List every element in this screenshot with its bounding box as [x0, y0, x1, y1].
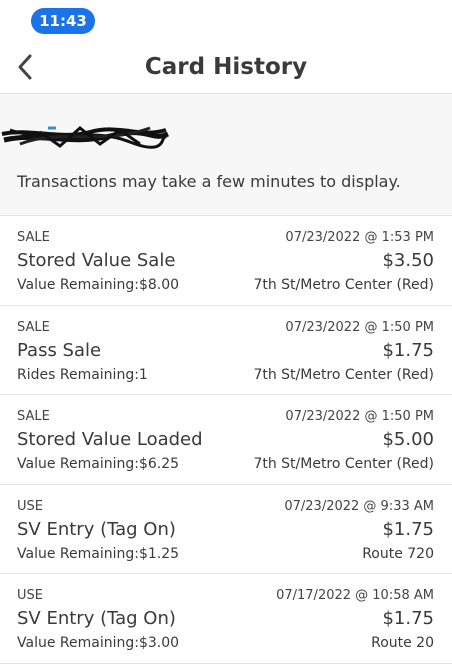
transaction-location: 7th St/Metro Center (Red) [253, 366, 434, 383]
transaction-location: 7th St/Metro Center (Red) [253, 277, 434, 293]
transaction-row[interactable]: USE 07/23/2022 @ 9:33 AM SV Entry (Tag O… [0, 485, 452, 574]
transaction-amount: $3.50 [382, 250, 434, 271]
transaction-row[interactable]: SALE 07/23/2022 @ 1:53 PM Stored Value S… [0, 216, 452, 306]
transaction-title: SV Entry (Tag On) [17, 518, 176, 540]
transaction-location: Route 720 [362, 545, 434, 562]
transaction-type: SALE [17, 230, 50, 245]
card-summary: Transactions may take a few minutes to d… [0, 94, 452, 216]
transaction-row[interactable]: SALE 07/23/2022 @ 1:50 PM Pass Sale $1.7… [0, 306, 452, 395]
transaction-date: 07/17/2022 @ 10:58 AM [276, 588, 434, 603]
transaction-type: USE [17, 588, 43, 603]
transaction-row[interactable]: SALE 07/23/2022 @ 1:50 PM Stored Value L… [0, 395, 452, 485]
transaction-remaining: Value Remaining:$8.00 [17, 277, 180, 293]
nav-bar: Card History [0, 42, 452, 94]
transaction-row[interactable]: USE 07/17/2022 @ 10:58 AM SV Entry (Tag … [0, 574, 452, 664]
transaction-title: Pass Sale [17, 339, 102, 361]
transaction-remaining: Rides Remaining:1 [17, 366, 148, 383]
transaction-title: Stored Value Loaded [17, 429, 203, 450]
transaction-date: 07/23/2022 @ 1:50 PM [285, 319, 434, 335]
transaction-amount: $1.75 [382, 608, 434, 629]
transaction-location: 7th St/Metro Center (Red) [253, 456, 434, 472]
transaction-amount: $1.75 [382, 339, 434, 361]
redacted-card-name [1, 126, 170, 149]
status-time: 11:43 [31, 8, 95, 34]
page-title: Card History [144, 54, 308, 80]
transaction-title: SV Entry (Tag On) [17, 608, 176, 629]
info-message: Transactions may take a few minutes to d… [17, 172, 401, 191]
transaction-amount: $5.00 [382, 429, 434, 450]
transaction-type: SALE [17, 409, 50, 424]
transaction-type: SALE [17, 319, 50, 335]
transaction-date: 07/23/2022 @ 1:53 PM [285, 230, 434, 245]
transaction-date: 07/23/2022 @ 1:50 PM [285, 409, 434, 424]
transaction-amount: $1.75 [382, 518, 434, 540]
transaction-remaining: Value Remaining:$6.25 [17, 456, 180, 472]
transaction-remaining: Value Remaining:$1.25 [17, 545, 180, 562]
transaction-date: 07/23/2022 @ 9:33 AM [284, 498, 434, 514]
transaction-location: Route 20 [371, 635, 434, 651]
transaction-title: Stored Value Sale [17, 250, 176, 271]
status-bar: 11:43 [0, 0, 452, 42]
transaction-type: USE [17, 498, 43, 514]
transaction-remaining: Value Remaining:$3.00 [17, 635, 180, 651]
transaction-list: SALE 07/23/2022 @ 1:53 PM Stored Value S… [0, 216, 452, 664]
